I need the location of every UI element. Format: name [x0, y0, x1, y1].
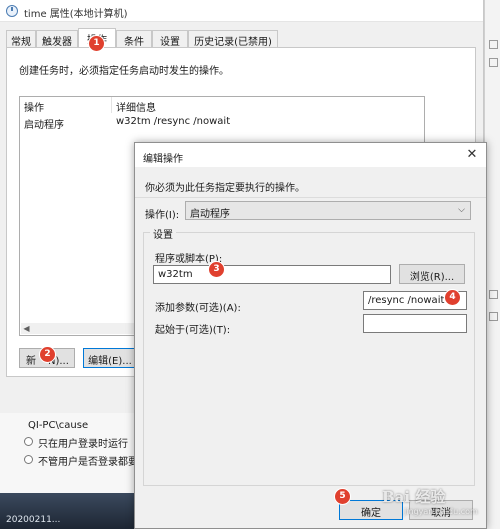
- watermark-url: jingyan.baidu.com: [404, 507, 478, 516]
- arguments-label: 添加参数(可选)(A):: [155, 303, 241, 314]
- clock-icon: [6, 5, 18, 17]
- desktop-area: 20200211...: [0, 493, 140, 529]
- action-type-value: 启动程序: [190, 209, 230, 220]
- edit-action-dialog: 编辑操作 ✕ 你必须为此任务指定要执行的操作。 操作(I): 启动程序 ⌵ 设置…: [134, 142, 487, 529]
- checkbox: [489, 40, 498, 49]
- checkbox: [489, 58, 498, 67]
- checkbox: [489, 290, 498, 299]
- action-type-select[interactable]: 启动程序 ⌵: [185, 201, 471, 220]
- row-details: w32tm /resync /nowait: [116, 116, 231, 127]
- radio-label: 不管用户是否登录都要: [38, 457, 138, 468]
- checkbox: [489, 312, 498, 321]
- radio-button[interactable]: [24, 455, 33, 464]
- tab-triggers[interactable]: 触发器: [36, 30, 78, 48]
- action-type-label: 操作(I):: [145, 210, 180, 221]
- browse-button[interactable]: 浏览(R)...: [399, 264, 465, 284]
- edit-action-button[interactable]: 编辑(E)...: [83, 348, 137, 368]
- row-action: 启动程序: [24, 120, 64, 131]
- step-marker-5: 5: [335, 489, 350, 504]
- desktop-file-label: 20200211...: [6, 515, 61, 525]
- close-icon[interactable]: ✕: [464, 147, 480, 163]
- baidu-watermark: Bai 经验 jingyan.baidu.com: [382, 486, 478, 516]
- scroll-left-icon[interactable]: ◀: [22, 324, 31, 333]
- start-in-input[interactable]: [363, 314, 467, 333]
- dialog-titlebar: 编辑操作 ✕: [135, 143, 486, 167]
- settings-group-label: 设置: [150, 226, 176, 241]
- divider: [135, 197, 486, 198]
- window-titlebar: time 属性(本地计算机): [0, 0, 483, 22]
- radio-button[interactable]: [24, 437, 33, 446]
- new-button-label: 新: [26, 356, 36, 367]
- dialog-title: 编辑操作: [143, 154, 183, 165]
- chevron-down-icon: ⌵: [458, 205, 465, 215]
- column-header-details[interactable]: 详细信息: [112, 97, 424, 114]
- window-title: time 属性(本地计算机): [24, 9, 128, 20]
- table-row[interactable]: 启动程序 w32tm /resync /nowait: [20, 114, 424, 131]
- step-marker-2: 2: [40, 347, 55, 362]
- user-account-label: QI-PC\cause: [28, 420, 89, 431]
- start-in-label: 起始于(可选)(T):: [155, 325, 231, 336]
- panel-description: 创建任务时，必须指定任务启动时发生的操作。: [19, 66, 229, 77]
- dialog-description: 你必须为此任务指定要执行的操作。: [145, 183, 305, 194]
- background-security-panel: QI-PC\cause 只在用户登录时运行 不管用户是否登录都要: [0, 413, 140, 493]
- radio-label: 只在用户登录时运行: [38, 439, 128, 450]
- column-header-action[interactable]: 操作: [20, 97, 112, 114]
- step-marker-1: 1: [89, 36, 104, 51]
- watermark-text: Bai 经验: [382, 488, 446, 506]
- tab-conditions[interactable]: 条件: [116, 30, 152, 48]
- tab-settings[interactable]: 设置: [152, 30, 188, 48]
- tab-history[interactable]: 历史记录(已禁用): [188, 30, 278, 48]
- step-marker-3: 3: [209, 262, 224, 277]
- step-marker-4: 4: [445, 290, 460, 305]
- tab-general[interactable]: 常规: [6, 30, 36, 48]
- program-input[interactable]: w32tm: [153, 265, 391, 284]
